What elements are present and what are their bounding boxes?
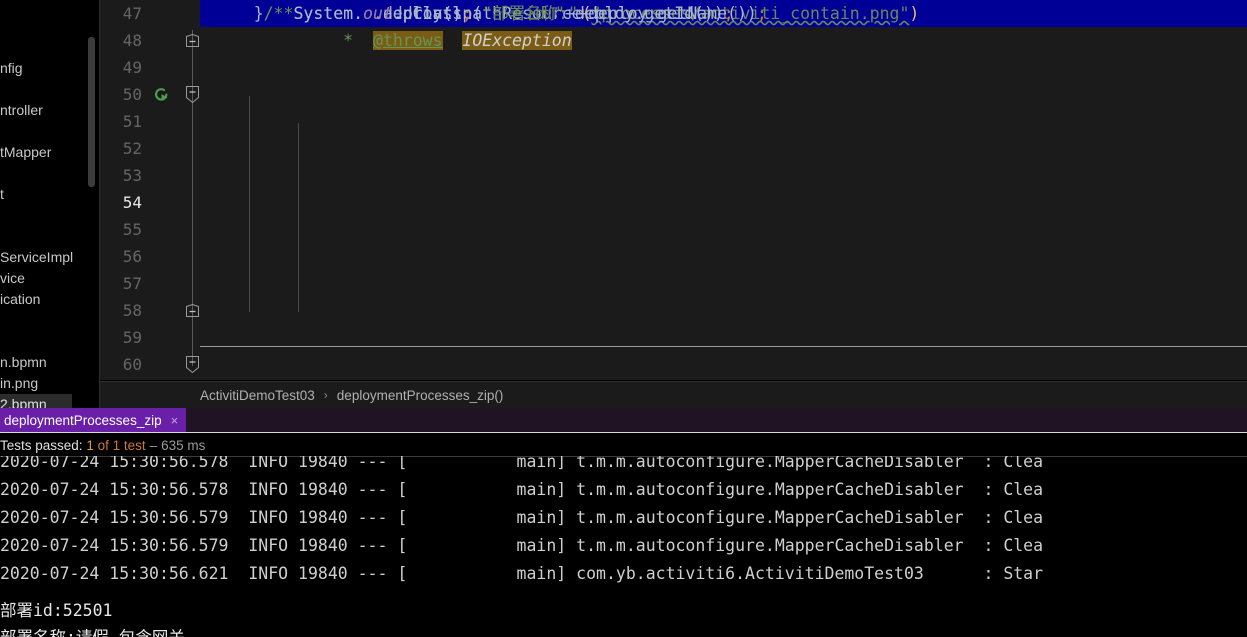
project-tree-sidebar[interactable]: nfig ntroller tMapper t ServiceImpl vice icati…	[0, 0, 100, 412]
line-number: 59	[122, 328, 142, 347]
breadcrumb-separator-icon: ›	[323, 388, 328, 402]
tree-item-label: tMapper	[0, 144, 52, 160]
line-number: 50	[122, 85, 142, 104]
line-number: 49	[122, 58, 142, 77]
fold-collapse-icon[interactable]	[185, 86, 200, 104]
ide-window: nfig ntroller tMapper t ServiceImpl vice icati…	[0, 0, 1247, 637]
console-log-line: 2020-07-24 15:30:56.578 INFO 19840 --- […	[0, 480, 1044, 499]
javadoc-exception-type: IOException	[462, 31, 572, 50]
run-tool-window-tabbar: deploymentProcesses_zip ×	[0, 408, 1247, 432]
code-section-separator	[100, 346, 1247, 347]
tests-passed-count: 1	[86, 437, 94, 453]
fold-collapse-icon[interactable]	[185, 356, 200, 374]
fold-collapse-icon[interactable]	[185, 303, 200, 317]
console-log-line: 2020-07-24 15:30:56.578 INFO 19840 --- […	[0, 456, 1044, 471]
tree-item[interactable]: in.png	[0, 373, 38, 394]
console-log-line: 2020-07-24 15:30:56.621 INFO 19840 --- […	[0, 564, 1044, 583]
run-tab-deployment-processes-zip[interactable]: deploymentProcesses_zip ×	[0, 408, 187, 432]
status-dash: –	[149, 437, 158, 453]
tree-item[interactable]: ServiceImpl	[0, 247, 73, 268]
sidebar-vertical-scrollbar[interactable]	[88, 37, 95, 187]
tree-item-label: nfig	[0, 60, 23, 76]
tree-item[interactable]: n.bpmn	[0, 352, 47, 373]
console-log-line: 2020-07-24 15:30:56.579 INFO 19840 --- […	[0, 508, 1044, 527]
breadcrumb-class[interactable]: ActivitiDemoTest03	[200, 388, 315, 403]
line-number: 60	[122, 355, 142, 374]
console-output[interactable]: 2020-07-24 15:30:56.578 INFO 19840 --- […	[0, 456, 1247, 637]
run-test-icon[interactable]	[152, 84, 172, 108]
line-number: 53	[122, 166, 142, 185]
breadcrumb-method[interactable]: deploymentProcesses_zip()	[337, 388, 504, 403]
line-number: 52	[122, 139, 142, 158]
tree-item-label: n.bpmn	[0, 354, 47, 370]
indent-guide	[298, 123, 299, 312]
tests-passed-label: Tests passed:	[0, 437, 83, 453]
javadoc-throws-tag: @throws	[372, 31, 443, 50]
tree-item-label: in.png	[0, 375, 39, 391]
run-tab-label: deploymentProcesses_zip	[4, 412, 162, 428]
line-number: 56	[122, 247, 142, 266]
tree-item[interactable]: ntroller	[0, 100, 43, 121]
test-status-bar: Tests passed: 1 of 1 test – 635 ms	[0, 434, 1247, 456]
console-stdout-line: 部署id:52501	[0, 601, 113, 620]
tree-item-label: vice	[0, 270, 25, 286]
tree-item-label: t	[0, 186, 4, 202]
tree-item-label: ServiceImpl	[0, 249, 74, 265]
code-text-area[interactable]: * @throws IOException */ @Test public vo…	[200, 0, 1247, 380]
editor-gutter[interactable]: 47 48 49 50 51 52 53 54 55 56 57 58 59 60	[100, 0, 200, 380]
tree-item-label: ntroller	[0, 102, 43, 118]
line-number: 51	[122, 112, 142, 131]
tests-total-label: of 1 test	[97, 437, 146, 453]
tree-item[interactable]: tMapper	[0, 142, 51, 163]
block-comment-start: /**	[214, 4, 294, 23]
run-tab-underline	[0, 432, 1247, 433]
line-number: 48	[122, 31, 142, 50]
line-number: 57	[122, 274, 142, 293]
tree-item[interactable]: nfig	[0, 58, 23, 79]
console-stdout-line: 部署名称:请假-包含网关	[0, 624, 185, 637]
tree-item[interactable]: t	[0, 184, 4, 205]
code-editor[interactable]: * @throws IOException */ @Test public vo…	[100, 0, 1247, 380]
close-icon[interactable]: ×	[171, 413, 179, 428]
tree-item[interactable]: ication	[0, 289, 40, 310]
test-duration: 635 ms	[161, 437, 206, 453]
tree-item[interactable]: vice	[0, 268, 25, 289]
breadcrumb[interactable]: ActivitiDemoTest03 › deploymentProcesses…	[100, 381, 1247, 408]
line-number: 58	[122, 301, 142, 320]
fold-collapse-icon[interactable]	[185, 33, 200, 47]
line-number: 54	[122, 193, 142, 212]
code-token: *	[293, 31, 373, 50]
line-number: 55	[122, 220, 142, 239]
console-log-line: 2020-07-24 15:30:56.579 INFO 19840 --- […	[0, 536, 1044, 555]
line-number: 47	[122, 4, 142, 23]
tree-item-label: ication	[0, 291, 41, 307]
indent-guide	[249, 96, 250, 312]
